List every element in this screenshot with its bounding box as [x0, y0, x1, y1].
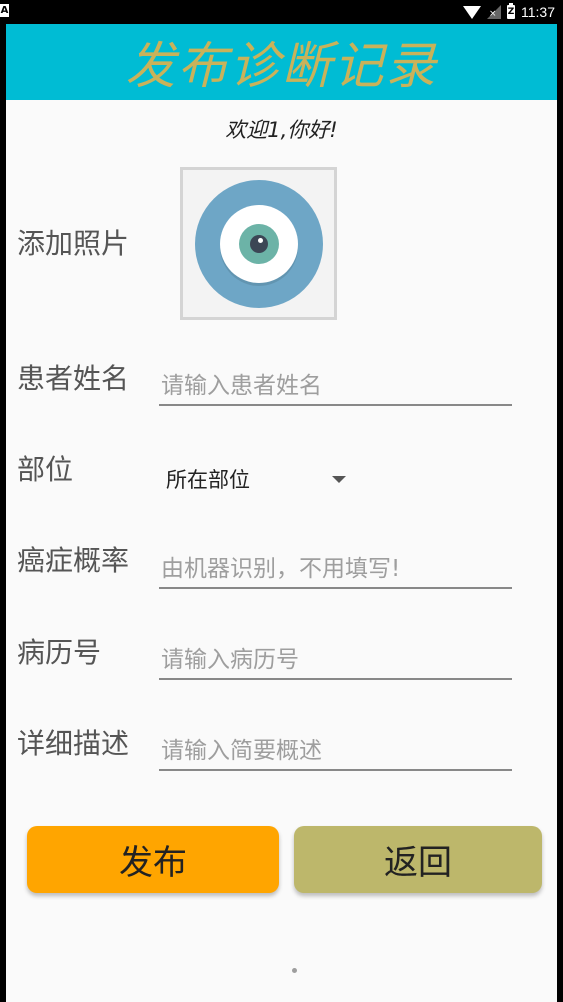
clock: 11:37: [521, 4, 555, 20]
location-selected: 所在部位: [166, 468, 250, 492]
battery-icon: Z: [507, 3, 515, 19]
page-title: 发布诊断记录: [125, 37, 438, 95]
eye-icon: [194, 179, 323, 308]
status-bar: A × Z 11:37: [0, 0, 563, 24]
record-number-label: 病历号: [17, 636, 102, 669]
location-label: 部位: [17, 453, 74, 486]
description-label: 详细描述: [17, 727, 130, 760]
title-bar: 发布诊断记录: [6, 24, 557, 100]
back-button[interactable]: 返回: [294, 826, 542, 893]
dropdown-arrow-icon: [332, 475, 346, 483]
add-photo-button[interactable]: [180, 167, 337, 320]
location-dropdown[interactable]: 所在部位: [166, 462, 346, 496]
status-icons: × Z 11:37: [463, 0, 555, 24]
notification-icon: A: [0, 4, 9, 17]
patient-name-label: 患者姓名: [17, 362, 130, 395]
description-input[interactable]: 请输入简要概述: [159, 731, 512, 771]
cancer-probability-label: 癌症概率: [17, 544, 130, 577]
wifi-icon: [463, 5, 481, 19]
patient-name-input[interactable]: 请输入患者姓名: [159, 366, 512, 406]
welcome-text: 欢迎1,你好!: [225, 118, 338, 142]
publish-button[interactable]: 发布: [27, 826, 279, 893]
no-signal-icon: ×: [487, 5, 501, 19]
record-number-input[interactable]: 请输入病历号: [159, 640, 512, 680]
page-indicator-dot: [292, 968, 297, 973]
cancer-probability-input[interactable]: 由机器识别，不用填写!: [159, 549, 512, 589]
app-screen: 发布诊断记录 欢迎1,你好! 添加照片 患者姓名 请输入患者姓名 部位 所在部位…: [6, 24, 557, 1002]
photo-label: 添加照片: [17, 227, 130, 260]
